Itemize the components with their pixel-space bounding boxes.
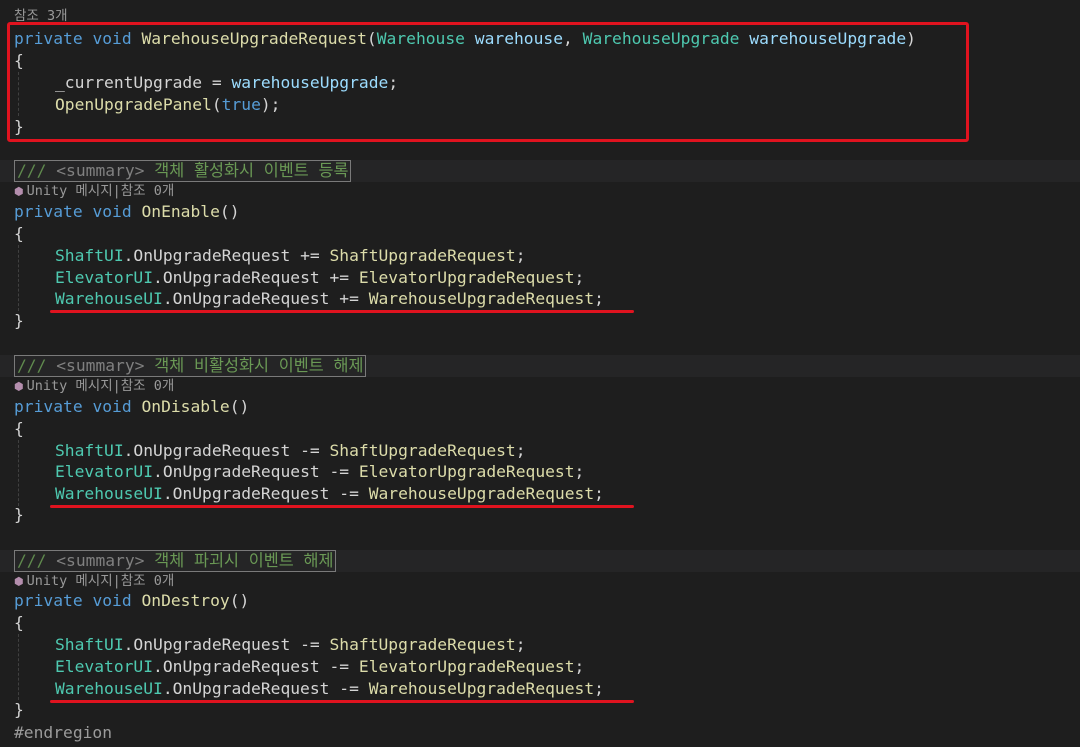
preprocessor-endregion: #endregion <box>14 723 113 742</box>
unity-cube-icon: ⬢ <box>14 185 24 198</box>
handler-ref[interactable]: WarehouseUpgradeRequest <box>369 484 594 503</box>
semicolon: ; <box>594 289 604 308</box>
doc-comment-summary-destroy[interactable]: /// <summary> 객체 파괴시 이벤트 해제 <box>14 550 337 572</box>
brace-close: } <box>14 700 24 719</box>
handler-ref[interactable]: ShaftUpgradeRequest <box>329 246 515 265</box>
member-op: .OnUpgradeRequest += <box>162 289 369 308</box>
parens: () <box>229 591 250 610</box>
parens: () <box>229 397 250 416</box>
type-ref[interactable]: WarehouseUI <box>55 484 163 503</box>
semicolon: ; <box>515 635 526 654</box>
red-underline-annotation <box>50 505 634 508</box>
brace-open: { <box>14 419 24 438</box>
doc-summary-tag: <summary> <box>56 551 145 570</box>
doc-comment-summary-disable[interactable]: /// <summary> 객체 비활성화시 이벤트 해제 <box>14 355 367 377</box>
statement-unsubscribe-warehouse: WarehouseUI.OnUpgradeRequest -= Warehous… <box>55 678 604 700</box>
member-op: .OnUpgradeRequest -= <box>123 635 330 654</box>
keyword-private: private <box>14 591 83 610</box>
semicolon: ; <box>594 679 604 698</box>
handler-ref[interactable]: ElevatorUpgradeRequest <box>359 462 575 481</box>
lens-text: Unity 메시지|참조 0개 <box>26 573 175 589</box>
type-ref[interactable]: ShaftUI <box>55 635 124 654</box>
doc-slashes: /// <box>17 161 47 180</box>
codelens-unity-message[interactable]: ⬢ Unity 메시지|참조 0개 <box>14 572 174 590</box>
statement-unsubscribe-shaft: ShaftUI.OnUpgradeRequest -= ShaftUpgrade… <box>55 634 526 656</box>
type-ref[interactable]: ShaftUI <box>55 441 124 460</box>
handler-ref[interactable]: ShaftUpgradeRequest <box>329 635 515 654</box>
indent-guide <box>18 440 19 506</box>
statement-subscribe-elevator: ElevatorUI.OnUpgradeRequest += ElevatorU… <box>55 267 584 289</box>
doc-summary-tag: <summary> <box>56 161 145 180</box>
unity-cube-icon: ⬢ <box>14 575 24 588</box>
unity-cube-icon: ⬢ <box>14 380 24 393</box>
method-name[interactable]: OnDestroy <box>141 591 229 610</box>
type-ref[interactable]: ElevatorUI <box>55 462 153 481</box>
semicolon: ; <box>574 462 585 481</box>
member-op: .OnUpgradeRequest += <box>153 268 359 287</box>
parens: () <box>219 202 240 221</box>
doc-slashes: /// <box>17 551 47 570</box>
semicolon: ; <box>515 441 526 460</box>
brace-close: } <box>14 505 24 524</box>
doc-summary-tag: <summary> <box>56 356 145 375</box>
member-op: .OnUpgradeRequest -= <box>153 657 359 676</box>
type-ref[interactable]: ElevatorUI <box>55 657 153 676</box>
method-name[interactable]: OnEnable <box>141 202 219 221</box>
member-op: .OnUpgradeRequest -= <box>162 679 369 698</box>
codelens-unity-message[interactable]: ⬢ Unity 메시지|참조 0개 <box>14 377 174 395</box>
keyword-private: private <box>14 397 83 416</box>
doc-text: 객체 활성화시 이벤트 등록 <box>154 161 349 180</box>
type-ref[interactable]: WarehouseUI <box>55 289 163 308</box>
highlight-box-annotation <box>7 22 969 142</box>
member-op: .OnUpgradeRequest -= <box>162 484 369 503</box>
keyword-void: void <box>92 202 132 221</box>
statement-unsubscribe-shaft: ShaftUI.OnUpgradeRequest -= ShaftUpgrade… <box>55 440 526 462</box>
red-underline-annotation <box>50 700 634 703</box>
type-ref[interactable]: ElevatorUI <box>55 268 153 287</box>
indent-guide <box>18 245 19 311</box>
brace-open: { <box>14 613 24 632</box>
semicolon: ; <box>594 484 604 503</box>
keyword-private: private <box>14 202 83 221</box>
handler-ref[interactable]: WarehouseUpgradeRequest <box>369 289 594 308</box>
red-underline-annotation <box>50 310 634 313</box>
doc-text: 객체 비활성화시 이벤트 해제 <box>154 356 364 375</box>
doc-slashes: /// <box>17 356 47 375</box>
indent-guide <box>18 634 19 700</box>
semicolon: ; <box>574 268 585 287</box>
method-signature-on-disable: private void OnDisable() <box>14 396 249 418</box>
method-signature-on-destroy: private void OnDestroy() <box>14 590 249 612</box>
member-op: .OnUpgradeRequest += <box>123 246 330 265</box>
handler-ref[interactable]: WarehouseUpgradeRequest <box>369 679 594 698</box>
handler-ref[interactable]: ElevatorUpgradeRequest <box>359 268 575 287</box>
method-signature-on-enable: private void OnEnable() <box>14 201 240 223</box>
handler-ref[interactable]: ElevatorUpgradeRequest <box>359 657 575 676</box>
doc-comment-summary-enable[interactable]: /// <summary> 객체 활성화시 이벤트 등록 <box>14 160 352 182</box>
member-op: .OnUpgradeRequest -= <box>123 441 330 460</box>
statement-unsubscribe-elevator: ElevatorUI.OnUpgradeRequest -= ElevatorU… <box>55 656 584 678</box>
lens-text: Unity 메시지|참조 0개 <box>26 183 175 199</box>
doc-text: 객체 파괴시 이벤트 해제 <box>154 551 334 570</box>
type-ref[interactable]: WarehouseUI <box>55 679 163 698</box>
type-ref[interactable]: ShaftUI <box>55 246 124 265</box>
statement-subscribe-shaft: ShaftUI.OnUpgradeRequest += ShaftUpgrade… <box>55 245 526 267</box>
member-op: .OnUpgradeRequest -= <box>153 462 359 481</box>
code-editor[interactable]: 참조 3개 private void WarehouseUpgradeReque… <box>0 0 1080 747</box>
brace-close: } <box>14 311 24 330</box>
semicolon: ; <box>515 246 526 265</box>
lens-text: Unity 메시지|참조 0개 <box>26 378 175 394</box>
semicolon: ; <box>574 657 585 676</box>
brace-open: { <box>14 224 24 243</box>
codelens-unity-message[interactable]: ⬢ Unity 메시지|참조 0개 <box>14 182 174 200</box>
statement-unsubscribe-warehouse: WarehouseUI.OnUpgradeRequest -= Warehous… <box>55 483 604 505</box>
keyword-void: void <box>92 591 132 610</box>
method-name[interactable]: OnDisable <box>141 397 229 416</box>
handler-ref[interactable]: ShaftUpgradeRequest <box>329 441 515 460</box>
statement-subscribe-warehouse: WarehouseUI.OnUpgradeRequest += Warehous… <box>55 288 604 310</box>
statement-unsubscribe-elevator: ElevatorUI.OnUpgradeRequest -= ElevatorU… <box>55 461 584 483</box>
keyword-void: void <box>92 397 132 416</box>
